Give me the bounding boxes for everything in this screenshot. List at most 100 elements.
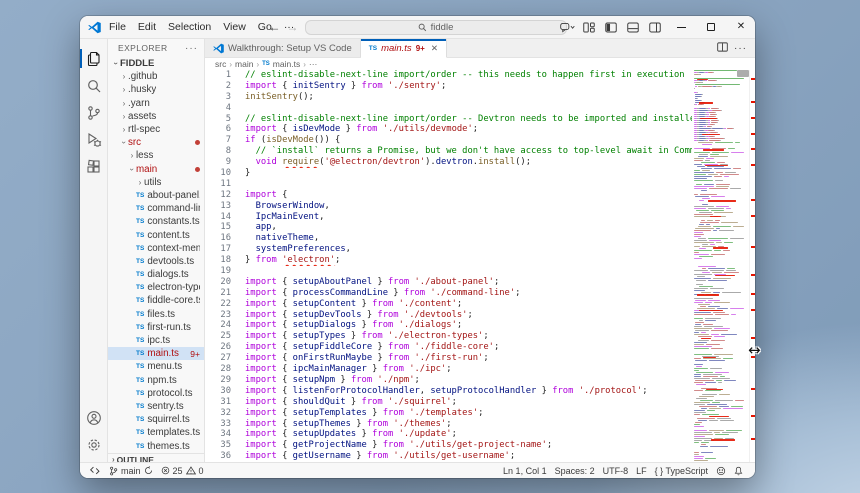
- problems-indicator[interactable]: 25 0: [157, 466, 208, 476]
- tree-item-label: fiddle-core.ts: [147, 295, 200, 306]
- eol-sequence[interactable]: LF: [632, 466, 651, 476]
- toggle-primary-sidebar-icon[interactable]: [601, 18, 621, 36]
- tab-bar: Walkthrough: Setup VS Code TS main.ts 9+…: [205, 39, 755, 58]
- sync-icon: [144, 466, 153, 475]
- split-editor-icon[interactable]: [717, 42, 728, 55]
- tree-item-label: dialogs.ts: [147, 269, 188, 280]
- editor-more-actions-icon[interactable]: ···: [734, 43, 747, 54]
- tree-item-squirrel-ts[interactable]: TSsquirrel.ts: [108, 413, 204, 426]
- tree-item--github[interactable]: ›.github: [108, 70, 204, 83]
- extensions-icon[interactable]: [80, 153, 108, 180]
- tree-item-less[interactable]: ›less: [108, 149, 204, 162]
- language-mode[interactable]: { } TypeScript: [651, 466, 712, 476]
- menu-go[interactable]: Go: [252, 19, 278, 35]
- tree-item-themes-ts[interactable]: TSthemes.ts: [108, 439, 204, 452]
- tree-item-first-run-ts[interactable]: TSfirst-run.ts: [108, 321, 204, 334]
- tree-item-fiddle-core-ts[interactable]: TSfiddle-core.ts: [108, 294, 204, 307]
- typescript-file-icon: TS: [136, 403, 144, 410]
- tree-item-content-ts[interactable]: TScontent.ts: [108, 228, 204, 241]
- breadcrumb-main-folder[interactable]: main: [235, 59, 253, 69]
- breadcrumb-symbol-ellipsis[interactable]: ···: [309, 59, 318, 69]
- run-debug-icon[interactable]: [80, 126, 108, 153]
- code-line-10: 10}: [205, 168, 692, 179]
- tree-item-npm-ts[interactable]: TSnpm.ts: [108, 374, 204, 387]
- menu-file[interactable]: File: [103, 19, 132, 35]
- menu-edit[interactable]: Edit: [132, 19, 162, 35]
- code-area[interactable]: 1// eslint-disable-next-line import/orde…: [205, 70, 692, 462]
- line-text: import { shouldQuit } from './squirrel';: [231, 397, 692, 408]
- tree-item-src[interactable]: ›src: [108, 136, 204, 149]
- tree-item-dialogs-ts[interactable]: TSdialogs.ts: [108, 268, 204, 281]
- minimize-button[interactable]: [667, 16, 695, 38]
- encoding[interactable]: UTF-8: [599, 466, 633, 476]
- chat-dropdown-icon[interactable]: [557, 18, 577, 36]
- feedback-smiley-icon[interactable]: [712, 466, 730, 476]
- maximize-button[interactable]: [697, 16, 725, 38]
- tree-item-electron-types-ts[interactable]: TSelectron-types.ts: [108, 281, 204, 294]
- title-bar[interactable]: FileEditSelectionViewGo··· ← → fiddle: [80, 16, 755, 39]
- indentation[interactable]: Spaces: 2: [551, 466, 599, 476]
- toggle-panel-icon[interactable]: [623, 18, 643, 36]
- tree-item-files-ts[interactable]: TSfiles.ts: [108, 308, 204, 321]
- section-outline[interactable]: ›OUTLINE: [108, 453, 204, 462]
- explorer-icon[interactable]: [80, 45, 108, 72]
- command-center-search[interactable]: fiddle: [305, 20, 567, 35]
- tree-item-rtl-spec[interactable]: ›rtl-spec: [108, 123, 204, 136]
- code-line-21: 21import { processCommandLine } from './…: [205, 288, 692, 299]
- tree-item-main-ts[interactable]: TSmain.ts9+: [108, 347, 204, 360]
- typescript-file-icon: TS: [136, 416, 144, 423]
- minimap[interactable]: [692, 70, 749, 462]
- menu-view[interactable]: View: [217, 19, 252, 35]
- tree-item-label: FIDDLE: [120, 58, 154, 69]
- error-mark: [751, 101, 755, 103]
- editor-layout-icon[interactable]: [579, 18, 599, 36]
- close-button[interactable]: ✕: [727, 16, 755, 38]
- search-view-icon[interactable]: [80, 72, 108, 99]
- tab-walkthrough[interactable]: Walkthrough: Setup VS Code: [205, 39, 361, 57]
- tree-item-command-line-ts[interactable]: TScommand-line.ts: [108, 202, 204, 215]
- tree-item-constants-ts[interactable]: TSconstants.ts: [108, 215, 204, 228]
- menu-selection[interactable]: Selection: [162, 19, 217, 35]
- settings-gear-icon[interactable]: [80, 431, 108, 458]
- tree-item-about-panel-ts[interactable]: TSabout-panel.ts: [108, 189, 204, 202]
- menu-more[interactable]: ···: [278, 19, 301, 35]
- notifications-bell-icon[interactable]: [730, 466, 747, 476]
- breadcrumb-src[interactable]: src: [215, 59, 226, 69]
- tree-item-utils[interactable]: ›utils: [108, 176, 204, 189]
- breadcrumb[interactable]: src › main › TS main.ts › ···: [205, 58, 755, 70]
- tab-main-ts[interactable]: TS main.ts 9+ ✕: [361, 39, 447, 58]
- scrollbar-thumb[interactable]: [737, 70, 749, 77]
- tree-item-label: npm.ts: [147, 375, 176, 386]
- line-text: import { setupUpdates } from './update';: [231, 429, 692, 440]
- remote-indicator[interactable]: [86, 466, 105, 475]
- tree-item-protocol-ts[interactable]: TSprotocol.ts: [108, 387, 204, 400]
- tree-item-label: .yarn: [128, 98, 150, 109]
- line-number: 26: [205, 342, 231, 353]
- tree-item-menu-ts[interactable]: TSmenu.ts: [108, 360, 204, 373]
- tree-item-ipc-ts[interactable]: TSipc.ts: [108, 334, 204, 347]
- line-number: 22: [205, 299, 231, 310]
- tree-item-templates-ts[interactable]: TStemplates.ts: [108, 426, 204, 439]
- source-control-icon[interactable]: [80, 99, 108, 126]
- tree-item--husky[interactable]: ›.husky: [108, 83, 204, 96]
- tree-item-fiddle[interactable]: ›FIDDLE: [108, 57, 204, 70]
- tree-item-label: main.ts: [147, 348, 179, 359]
- line-number: 33: [205, 419, 231, 430]
- error-mark: [751, 78, 755, 80]
- code-line-35: 35import { getProjectName } from './util…: [205, 440, 692, 451]
- tree-item--yarn[interactable]: ›.yarn: [108, 97, 204, 110]
- tree-item-sentry-ts[interactable]: TSsentry.ts: [108, 400, 204, 413]
- tree-item-devtools-ts[interactable]: TSdevtools.ts: [108, 255, 204, 268]
- toggle-secondary-sidebar-icon[interactable]: [645, 18, 665, 36]
- breadcrumb-main-ts[interactable]: main.ts: [273, 59, 300, 69]
- tree-item-main[interactable]: ›main: [108, 163, 204, 176]
- cursor-position[interactable]: Ln 1, Col 1: [499, 466, 551, 476]
- editor[interactable]: 1// eslint-disable-next-line import/orde…: [205, 70, 755, 462]
- tree-item-assets[interactable]: ›assets: [108, 110, 204, 123]
- tab-close-icon[interactable]: ✕: [431, 43, 438, 54]
- branch-indicator[interactable]: main: [105, 466, 157, 476]
- accounts-icon[interactable]: [80, 404, 108, 431]
- explorer-more-actions[interactable]: ···: [185, 43, 198, 54]
- tree-item-context-menu-ts[interactable]: TScontext-menu.ts: [108, 242, 204, 255]
- line-text: import { setupDevTools } from './devtool…: [231, 310, 692, 321]
